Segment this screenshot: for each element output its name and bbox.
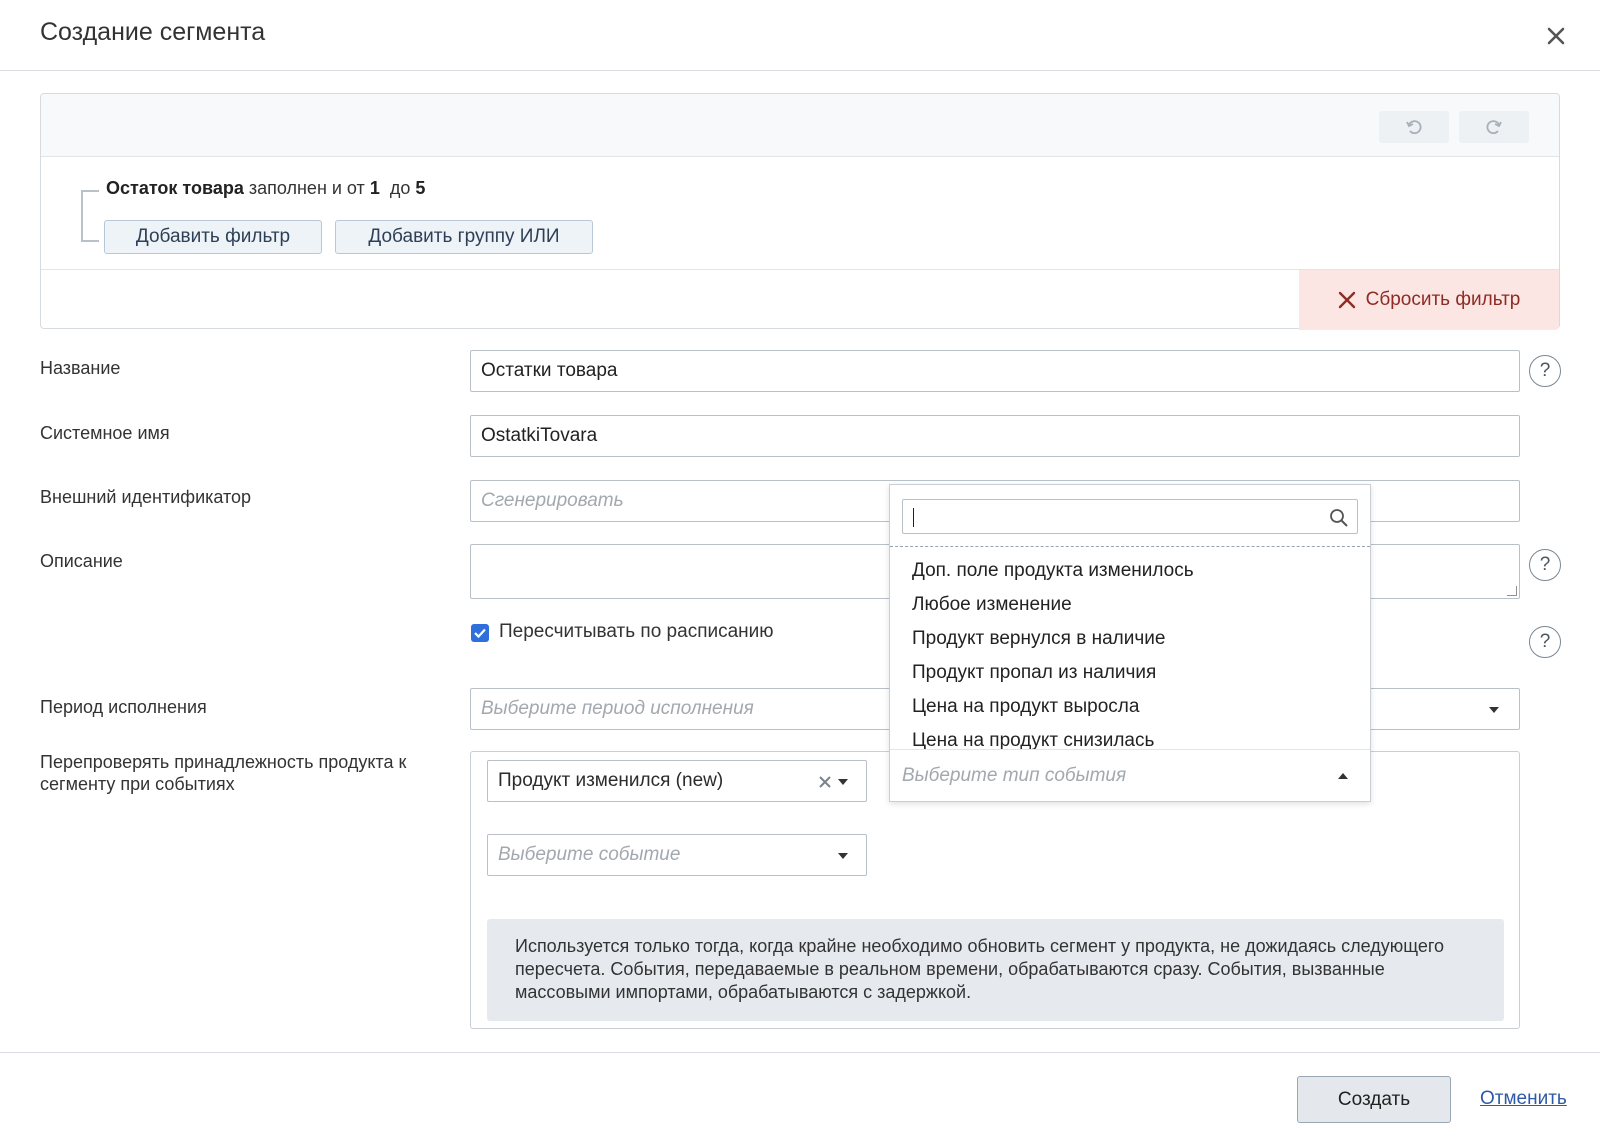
recalc-label[interactable]: Пересчитывать по расписанию — [499, 621, 774, 643]
info-box: Используется только тогда, когда крайне … — [487, 919, 1504, 1021]
filter-text-filled: заполнен и от — [248, 178, 365, 198]
text-cursor — [913, 508, 914, 527]
cancel-link[interactable]: Отменить — [1480, 1088, 1567, 1110]
chevron-up-icon — [1338, 773, 1348, 779]
description-label: Описание — [40, 551, 123, 571]
close-button[interactable] — [1538, 18, 1574, 54]
event-select-value: Продукт изменился (new) — [498, 770, 724, 791]
reset-filter-label: Сбросить фильтр — [1365, 289, 1521, 310]
name-label: Название — [40, 358, 121, 378]
help-icon[interactable]: ? — [1529, 355, 1561, 387]
chevron-down-icon — [838, 853, 848, 859]
dropdown-item[interactable]: Цена на продукт выросла — [912, 696, 1139, 718]
filter-text-to: до — [389, 178, 411, 198]
dropdown-separator — [890, 546, 1370, 547]
period-label: Период исполнения — [40, 697, 207, 717]
recheck-label-line1: Перепроверять принадлежность продукта к — [40, 752, 407, 772]
filter-from-value: 1 — [369, 178, 380, 198]
redo-button[interactable] — [1459, 111, 1529, 143]
filter-field: Остаток товара — [106, 178, 244, 198]
name-input[interactable]: Остатки товара — [470, 350, 1520, 392]
add-filter-button[interactable]: Добавить фильтр — [104, 220, 322, 254]
system-name-label: Системное имя — [40, 423, 170, 443]
redo-icon — [1486, 120, 1502, 135]
external-id-placeholder: Сгенерировать — [481, 490, 624, 511]
search-icon — [1330, 509, 1348, 527]
event-type-select[interactable]: Выберите тип события — [890, 749, 1370, 801]
create-button[interactable]: Создать — [1297, 1076, 1451, 1123]
reset-filter-button[interactable]: Сбросить фильтр — [1299, 270, 1559, 330]
help-icon[interactable]: ? — [1529, 549, 1561, 581]
filter-condition[interactable]: Остаток товара заполнен и от 1 до 5 — [106, 178, 425, 199]
filter-group-bracket — [81, 190, 99, 242]
add-or-group-button[interactable]: Добавить группу ИЛИ — [335, 220, 593, 254]
dropdown-search-input[interactable] — [902, 499, 1358, 534]
event-type-placeholder: Выберите тип события — [902, 764, 1127, 786]
dropdown-item[interactable]: Продукт пропал из наличия — [912, 662, 1156, 684]
recalc-checkbox[interactable] — [471, 624, 489, 642]
dropdown-item[interactable]: Любое изменение — [912, 594, 1072, 616]
filter-to-value: 5 — [415, 178, 426, 198]
recheck-label-line2: сегменту при событиях — [40, 774, 235, 794]
undo-icon — [1406, 120, 1422, 135]
period-placeholder: Выберите период исполнения — [481, 698, 754, 719]
modal-footer: Создать Отменить — [0, 1052, 1600, 1141]
filter-footer: Сбросить фильтр — [41, 269, 1559, 330]
event-name-select[interactable]: Выберите событие — [487, 834, 867, 876]
dropdown-item[interactable]: Доп. поле продукта изменилось — [912, 560, 1194, 582]
help-icon[interactable]: ? — [1529, 626, 1561, 658]
close-icon — [1547, 27, 1565, 45]
modal-header: Создание сегмента — [0, 0, 1600, 71]
external-id-label: Внешний идентификатор — [40, 487, 252, 507]
filter-panel: Остаток товара заполнен и от 1 до 5 Доба… — [40, 93, 1560, 330]
chevron-down-icon — [838, 779, 848, 785]
modal-title: Создание сегмента — [40, 18, 266, 46]
filter-toolbar — [41, 94, 1559, 157]
event-name-placeholder: Выберите событие — [498, 844, 681, 865]
clear-icon[interactable] — [818, 775, 832, 789]
close-icon — [1338, 291, 1355, 309]
recheck-label: Перепроверять принадлежность продукта к … — [40, 751, 406, 795]
event-type-dropdown: Доп. поле продукта изменилось Любое изме… — [889, 484, 1371, 802]
dropdown-item[interactable]: Продукт вернулся в наличие — [912, 628, 1165, 650]
check-icon — [474, 628, 486, 639]
chevron-down-icon — [1489, 707, 1499, 713]
resize-grip-icon[interactable] — [1507, 586, 1517, 596]
system-name-input[interactable]: OstatkiTovara — [470, 415, 1520, 457]
event-select[interactable]: Продукт изменился (new) — [487, 760, 867, 802]
undo-button[interactable] — [1379, 111, 1449, 143]
